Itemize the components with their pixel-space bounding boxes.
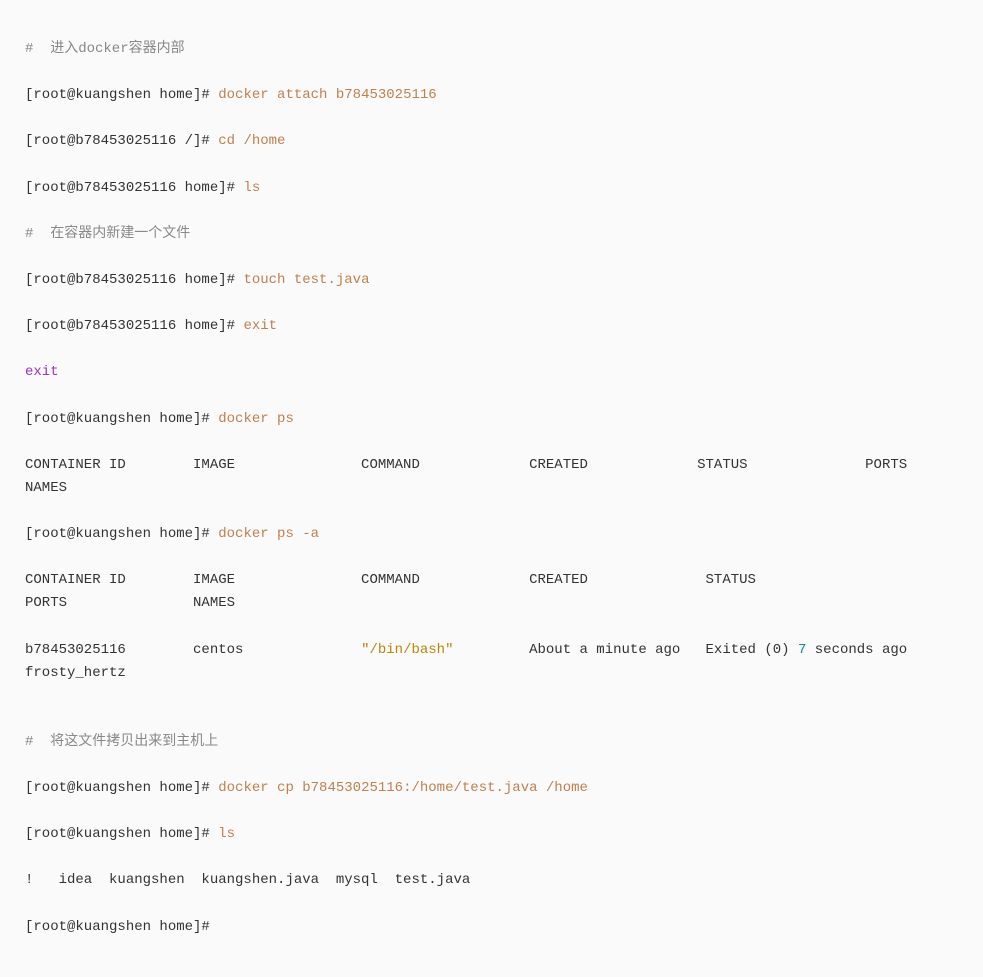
prompt: [root@b78453025116 home]# [25, 272, 235, 288]
cmd-docker-ps-a: docker ps -a [210, 526, 319, 542]
comment-copy-file: # 将这文件拷贝出来到主机上 [25, 734, 218, 750]
seconds-number: 7 [798, 642, 806, 658]
ps-a-header: CONTAINER ID IMAGE COMMAND CREATED STATU… [25, 572, 932, 611]
prompt: [root@b78453025116 home]# [25, 318, 235, 334]
cmd-touch: touch test.java [235, 272, 369, 288]
terminal-output: # 进入docker容器内部 [root@kuangshen home]# do… [25, 15, 958, 962]
cmd-cd: cd /home [210, 133, 286, 149]
comment-enter-docker: # 进入docker容器内部 [25, 41, 185, 57]
prompt: [root@kuangshen home]# [25, 526, 210, 542]
prompt: [root@kuangshen home]# [25, 780, 210, 796]
prompt: [root@kuangshen home]# [25, 826, 210, 842]
container-row-p1: b78453025116 centos [25, 642, 361, 658]
container-cmd-string: "/bin/bash" [361, 642, 453, 658]
cmd-exit: exit [235, 318, 277, 334]
prompt: [root@kuangshen home]# [25, 87, 210, 103]
prompt-final: [root@kuangshen home]# [25, 919, 210, 935]
prompt: [root@kuangshen home]# [25, 411, 210, 427]
exit-output: exit [25, 364, 59, 380]
prompt: [root@b78453025116 home]# [25, 180, 235, 196]
prompt: [root@b78453025116 /]# [25, 133, 210, 149]
container-row-p2: About a minute ago Exited (0) [453, 642, 797, 658]
cmd-docker-cp: docker cp b78453025116:/home/test.java /… [210, 780, 588, 796]
cmd-ls: ls [235, 180, 260, 196]
cmd-attach: docker attach b78453025116 [210, 87, 437, 103]
ps-header: CONTAINER ID IMAGE COMMAND CREATED STATU… [25, 457, 983, 496]
comment-create-file: # 在容器内新建一个文件 [25, 226, 190, 242]
ls-output: ! idea kuangshen kuangshen.java mysql te… [25, 872, 470, 888]
cmd-ls-2: ls [210, 826, 235, 842]
cmd-docker-ps: docker ps [210, 411, 294, 427]
